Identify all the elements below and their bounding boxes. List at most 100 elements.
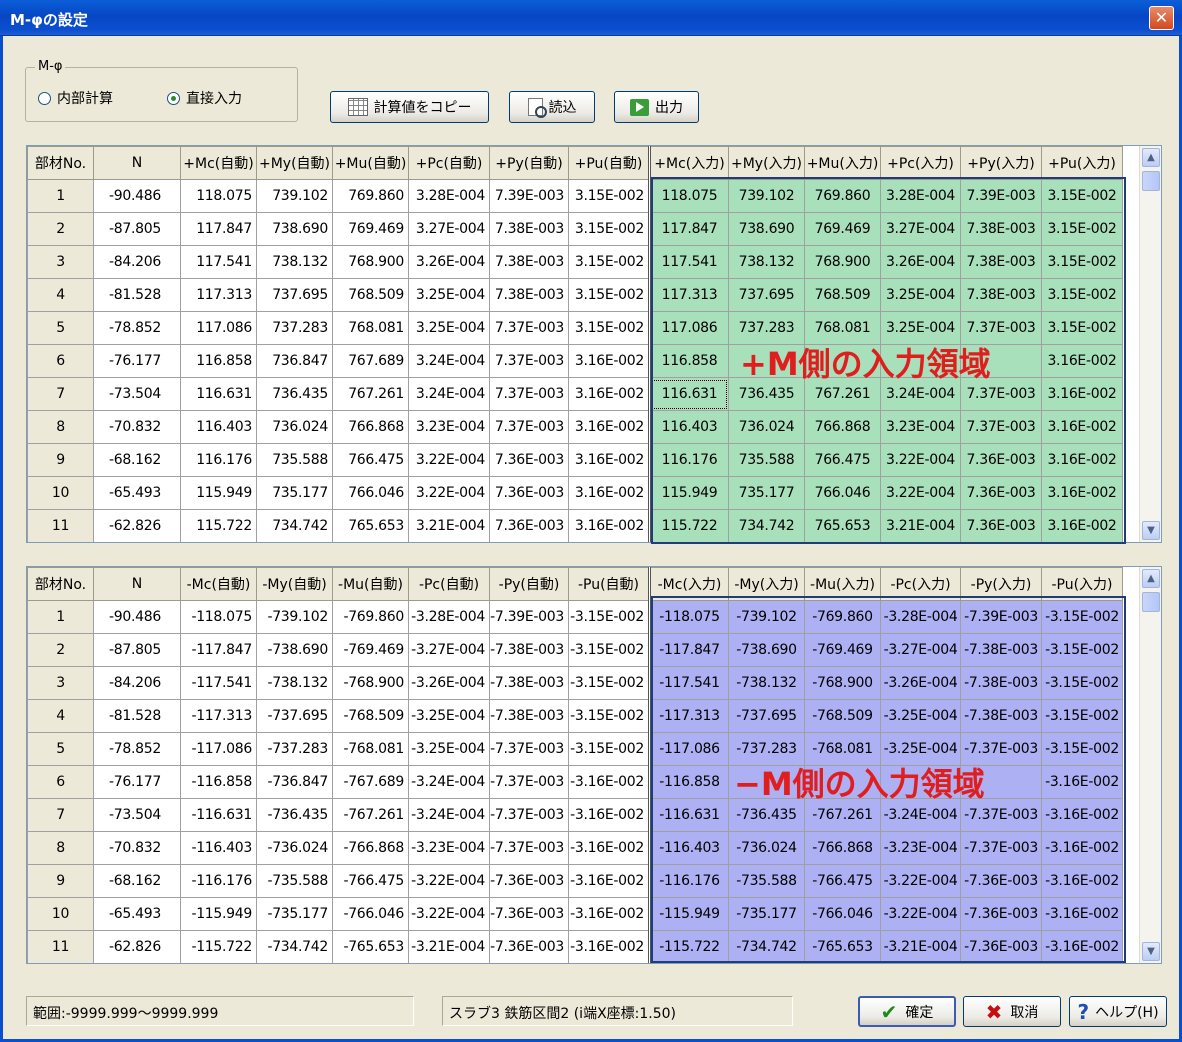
- input-cell[interactable]: [804, 765, 881, 799]
- row-header[interactable]: 10: [27, 476, 94, 510]
- input-cell[interactable]: 769.860: [804, 179, 881, 213]
- input-cell[interactable]: 735.177: [728, 476, 805, 510]
- input-cell[interactable]: -3.15E-002: [1041, 732, 1123, 766]
- input-cell[interactable]: -768.900: [804, 666, 881, 700]
- input-cell[interactable]: -3.25E-004: [880, 699, 961, 733]
- input-cell[interactable]: 739.102: [728, 179, 805, 213]
- row-header[interactable]: 11: [27, 930, 94, 963]
- column-header[interactable]: N: [93, 567, 181, 601]
- input-cell[interactable]: 768.900: [804, 245, 881, 279]
- input-cell[interactable]: -117.541: [648, 666, 729, 700]
- row-header[interactable]: 3: [27, 666, 94, 700]
- input-cell[interactable]: -7.36E-003: [960, 897, 1042, 931]
- column-header[interactable]: -Mc(自動): [180, 567, 257, 601]
- column-header[interactable]: 部材No.: [27, 567, 94, 601]
- row-header[interactable]: 11: [27, 509, 94, 542]
- column-header[interactable]: +Mu(自動): [332, 146, 409, 180]
- row-header[interactable]: 1: [27, 600, 94, 634]
- input-cell[interactable]: -767.261: [804, 798, 881, 832]
- input-cell[interactable]: -737.283: [728, 732, 805, 766]
- input-cell[interactable]: 768.081: [804, 311, 881, 345]
- input-cell[interactable]: 736.435: [728, 377, 805, 411]
- input-cell[interactable]: 116.858: [648, 344, 729, 378]
- column-header[interactable]: +Mc(入力): [648, 146, 729, 180]
- input-cell[interactable]: 735.588: [728, 443, 805, 477]
- input-cell[interactable]: -3.15E-002: [1041, 600, 1123, 634]
- input-cell[interactable]: -734.742: [728, 930, 805, 963]
- column-header[interactable]: -Mu(自動): [332, 567, 409, 601]
- column-header[interactable]: -Mu(入力): [804, 567, 881, 601]
- column-header[interactable]: +Pu(入力): [1041, 146, 1123, 180]
- scroll-up-icon[interactable]: ▲: [1142, 569, 1160, 588]
- input-cell[interactable]: 7.38E-003: [960, 245, 1042, 279]
- input-cell[interactable]: 766.868: [804, 410, 881, 444]
- input-cell[interactable]: 7.38E-003: [960, 212, 1042, 246]
- input-cell[interactable]: 769.469: [804, 212, 881, 246]
- input-cell[interactable]: -117.086: [648, 732, 729, 766]
- input-cell[interactable]: 3.27E-004: [880, 212, 961, 246]
- input-cell[interactable]: -765.653: [804, 930, 881, 963]
- row-header[interactable]: 2: [27, 633, 94, 667]
- column-header[interactable]: -Pu(入力): [1041, 567, 1123, 601]
- scroll-down-icon[interactable]: ▼: [1142, 942, 1160, 961]
- input-cell[interactable]: -769.469: [804, 633, 881, 667]
- vertical-scrollbar[interactable]: ▲ ▼: [1139, 146, 1161, 542]
- row-header[interactable]: 3: [27, 245, 94, 279]
- input-cell[interactable]: 3.16E-002: [1041, 476, 1123, 510]
- column-header[interactable]: +Mu(入力): [804, 146, 881, 180]
- input-cell[interactable]: -738.690: [728, 633, 805, 667]
- row-header[interactable]: 8: [27, 410, 94, 444]
- row-header[interactable]: 4: [27, 699, 94, 733]
- column-header[interactable]: N: [93, 146, 181, 180]
- input-cell[interactable]: 116.176: [648, 443, 729, 477]
- input-cell[interactable]: -735.177: [728, 897, 805, 931]
- input-cell[interactable]: -738.132: [728, 666, 805, 700]
- input-cell[interactable]: 766.475: [804, 443, 881, 477]
- scroll-thumb[interactable]: [1142, 592, 1160, 612]
- input-cell[interactable]: -3.16E-002: [1041, 765, 1123, 799]
- column-header[interactable]: -Py(自動): [489, 567, 569, 601]
- column-header[interactable]: -My(自動): [256, 567, 333, 601]
- input-cell[interactable]: 7.37E-003: [960, 311, 1042, 345]
- input-cell[interactable]: [880, 344, 961, 378]
- input-cell[interactable]: 734.742: [728, 509, 805, 542]
- input-cell[interactable]: -3.15E-002: [1041, 666, 1123, 700]
- input-cell[interactable]: -3.26E-004: [880, 666, 961, 700]
- input-cell[interactable]: -737.695: [728, 699, 805, 733]
- input-cell[interactable]: -3.23E-004: [880, 831, 961, 865]
- input-cell[interactable]: 3.15E-002: [1041, 278, 1123, 312]
- column-header[interactable]: 部材No.: [27, 146, 94, 180]
- input-cell[interactable]: -3.27E-004: [880, 633, 961, 667]
- help-button[interactable]: ? ヘルプ(H): [1069, 996, 1167, 1027]
- output-button[interactable]: 出力: [614, 91, 699, 123]
- input-cell[interactable]: 768.509: [804, 278, 881, 312]
- input-cell[interactable]: -116.631: [648, 798, 729, 832]
- row-header[interactable]: 5: [27, 311, 94, 345]
- column-header[interactable]: -Pc(自動): [408, 567, 490, 601]
- input-cell[interactable]: -766.475: [804, 864, 881, 898]
- input-cell[interactable]: -7.37E-003: [960, 831, 1042, 865]
- radio-circle-checked[interactable]: [167, 91, 180, 105]
- column-header[interactable]: -Py(入力): [960, 567, 1042, 601]
- input-cell[interactable]: -736.024: [728, 831, 805, 865]
- input-cell[interactable]: 116.403: [648, 410, 729, 444]
- input-cell[interactable]: 738.690: [728, 212, 805, 246]
- input-cell[interactable]: 3.28E-004: [880, 179, 961, 213]
- input-cell[interactable]: [804, 344, 881, 378]
- input-cell[interactable]: 117.541: [648, 245, 729, 279]
- input-cell[interactable]: -739.102: [728, 600, 805, 634]
- radio-circle[interactable]: [38, 91, 51, 105]
- row-header[interactable]: 2: [27, 212, 94, 246]
- column-header[interactable]: +My(自動): [256, 146, 333, 180]
- row-header[interactable]: 5: [27, 732, 94, 766]
- input-cell[interactable]: 3.16E-002: [1041, 443, 1123, 477]
- input-cell[interactable]: 3.21E-004: [880, 509, 961, 542]
- input-cell[interactable]: 7.38E-003: [960, 278, 1042, 312]
- input-cell[interactable]: -7.36E-003: [960, 930, 1042, 963]
- input-cell[interactable]: 3.23E-004: [880, 410, 961, 444]
- positive-moment-grid[interactable]: 部材No. N +Mc(自動) +My(自動) +Mu(自動) +Pc(自動) +Py(自動…: [26, 145, 1162, 543]
- input-cell[interactable]: 115.722: [648, 509, 729, 542]
- input-cell[interactable]: -3.16E-002: [1041, 831, 1123, 865]
- radio-internal-calc[interactable]: 内部計算: [38, 88, 113, 108]
- column-header[interactable]: -My(入力): [728, 567, 805, 601]
